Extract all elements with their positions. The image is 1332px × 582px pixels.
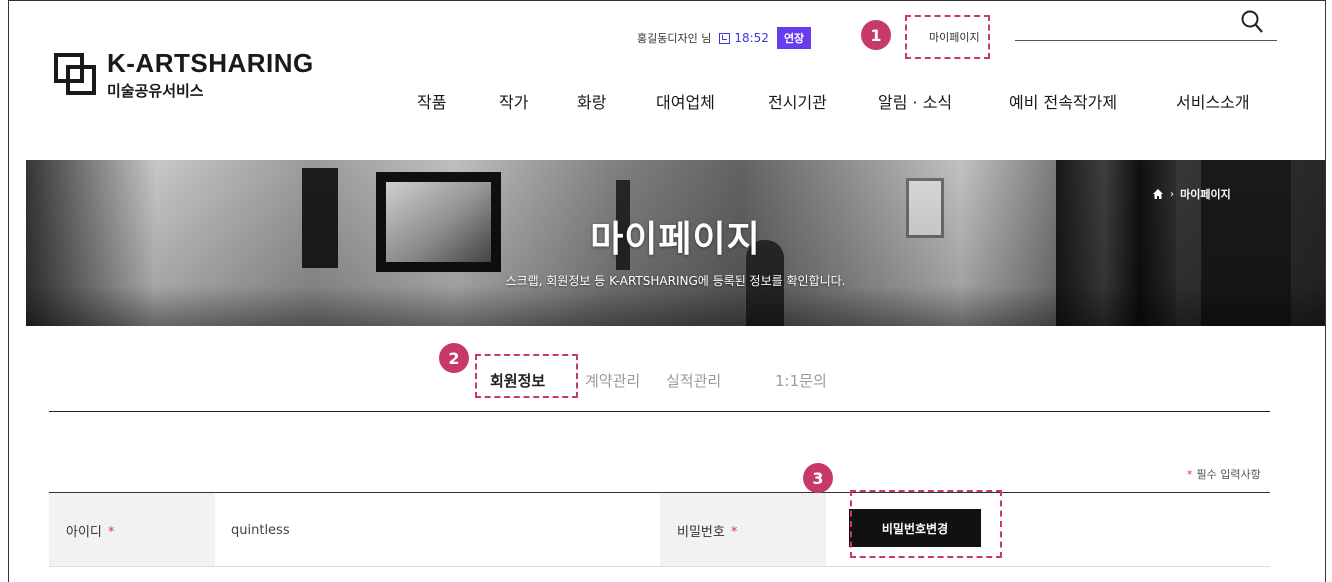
- nav-item-works[interactable]: 작품: [417, 89, 446, 113]
- breadcrumb-separator: ›: [1170, 188, 1175, 200]
- home-icon[interactable]: [1152, 188, 1164, 200]
- tabs-divider: [49, 411, 1270, 412]
- form-row-divider: [49, 566, 1270, 567]
- nav-item-exhibition-institutions[interactable]: 전시기관: [768, 89, 827, 113]
- tab-member-info[interactable]: 회원정보: [487, 370, 548, 394]
- change-password-button[interactable]: 비밀번호변경: [849, 509, 981, 547]
- user-name: 홍길동디자인 님: [637, 32, 712, 45]
- nav-item-about-service[interactable]: 서비스소개: [1176, 89, 1250, 113]
- nav-item-rental-companies[interactable]: 대여업체: [656, 89, 715, 113]
- page-description: 스크랩, 회원정보 등 K-ARTSHARING에 등록된 정보를 확인합니다.: [505, 274, 846, 288]
- brand-subtitle: 미술공유서비스: [107, 82, 204, 100]
- tab-contract-management[interactable]: 계약관리: [585, 370, 640, 391]
- page-banner: 마이페이지 스크랩, 회원정보 등 K-ARTSHARING에 등록된 정보를 …: [26, 160, 1325, 326]
- nav-item-artists[interactable]: 작가: [499, 89, 528, 113]
- tab-inquiry[interactable]: 1:1문의: [775, 370, 827, 391]
- utility-bar: 홍길동디자인 님 18:52 연장: [637, 27, 812, 49]
- nav-item-news[interactable]: 알림 · 소식: [878, 89, 952, 113]
- annotation-badge-3: 3: [803, 463, 833, 493]
- logo-mark-icon: [54, 53, 96, 95]
- tab-performance-management[interactable]: 실적관리: [666, 370, 721, 391]
- id-value: quintless: [231, 523, 290, 538]
- nav-item-galleries[interactable]: 화랑: [577, 89, 606, 113]
- session-timer: 18:52: [719, 31, 769, 45]
- clock-icon: [719, 32, 731, 44]
- mypage-link[interactable]: 마이페이지: [929, 29, 980, 45]
- annotation-badge-2: 2: [439, 343, 469, 373]
- brand-name: K-ARTSHARING: [107, 48, 314, 78]
- required-star: *: [1187, 468, 1193, 481]
- breadcrumb: › 마이페이지: [1152, 186, 1231, 202]
- search-icon[interactable]: [1240, 9, 1264, 35]
- id-label: 아이디 *: [66, 525, 115, 540]
- required-star: *: [107, 525, 115, 540]
- timer-value: 18:52: [734, 31, 769, 45]
- page-title: 마이페이지: [590, 219, 761, 260]
- nav-item-preliminary-artist[interactable]: 예비 전속작가제: [1009, 89, 1117, 113]
- mypage-tabs: 회원정보 계약관리 실적관리 1:1문의: [9, 370, 1325, 394]
- site-logo[interactable]: K-ARTSHARING 미술공유서비스: [53, 48, 353, 108]
- extend-session-button[interactable]: 연장: [776, 27, 812, 49]
- required-note: * 필수 입력사항: [1187, 468, 1261, 481]
- annotation-badge-1: 1: [861, 20, 891, 50]
- password-label: 비밀번호 *: [677, 525, 738, 540]
- breadcrumb-current[interactable]: 마이페이지: [1180, 186, 1231, 202]
- search-input[interactable]: [1015, 40, 1277, 41]
- required-star: *: [730, 525, 738, 540]
- page-frame: K-ARTSHARING 미술공유서비스 홍길동디자인 님 18:52 연장 마…: [8, 0, 1326, 582]
